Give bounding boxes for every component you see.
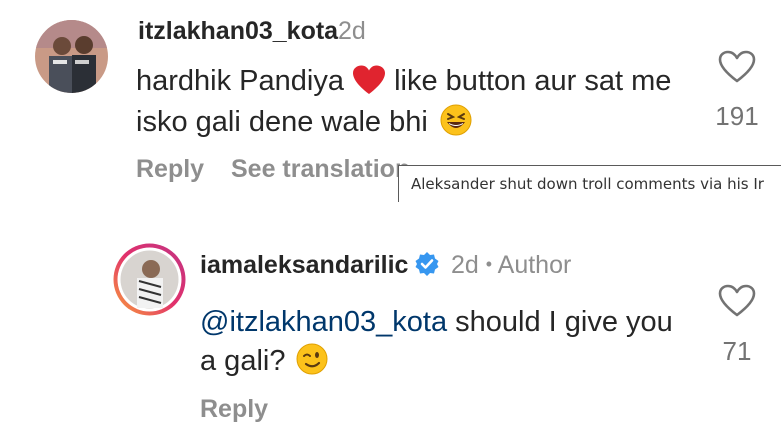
- like-count: 191: [715, 101, 759, 131]
- red-heart-emoji-icon: [352, 65, 386, 105]
- reply-timestamp: 2d: [451, 251, 479, 279]
- reply-button[interactable]: Reply: [136, 155, 204, 184]
- reply-button[interactable]: Reply: [200, 395, 268, 424]
- comment-text-part: hardhik Pandiya: [136, 65, 344, 97]
- heart-outline-icon: [718, 284, 756, 317]
- reply-meta: 2d • Author: [451, 251, 571, 280]
- comment-text-part: isko gali dene wale bhi: [136, 106, 428, 138]
- like-button[interactable]: [718, 50, 756, 89]
- winking-face-emoji-icon: [296, 343, 328, 385]
- commenter-username[interactable]: itzlakhan03_kota: [138, 17, 338, 46]
- comment-body-line-1: hardhik Pandiya like button aur sat me: [136, 62, 671, 105]
- comment-timestamp: 2d: [338, 17, 366, 45]
- author-username[interactable]: iamaleksandarilic: [200, 251, 440, 284]
- like-count: 71: [722, 336, 752, 366]
- image-caption: Aleksander shut down troll comments via …: [398, 165, 781, 202]
- reply-body-line-1: @itzlakhan03_kota should I give you: [200, 303, 673, 341]
- verified-badge-icon: [414, 251, 440, 284]
- grinning-squinting-face-emoji-icon: [440, 104, 472, 146]
- comment-thread: itzlakhan03_kota 2d hardhik Pandiya like…: [0, 0, 781, 424]
- meta-separator: •: [485, 254, 493, 274]
- reply-text-part: a gali?: [200, 345, 286, 377]
- comment-body-line-2: isko gali dene wale bhi: [136, 103, 472, 146]
- caption-text: Aleksander shut down troll comments via …: [411, 175, 764, 193]
- mention-link[interactable]: @itzlakhan03_kota: [200, 306, 447, 338]
- heart-outline-icon: [718, 50, 756, 83]
- author-avatar[interactable]: [113, 243, 186, 316]
- comment-text-part: like button aur sat me: [394, 65, 672, 97]
- author-label: Author: [497, 251, 572, 279]
- author-username-text: iamaleksandarilic: [200, 251, 409, 279]
- commenter-avatar[interactable]: [35, 20, 108, 93]
- see-translation-button[interactable]: See translation: [231, 155, 410, 184]
- reply-body-line-2: a gali?: [200, 342, 328, 385]
- like-button[interactable]: [718, 284, 756, 323]
- reply-text-part: should I give you: [447, 306, 673, 338]
